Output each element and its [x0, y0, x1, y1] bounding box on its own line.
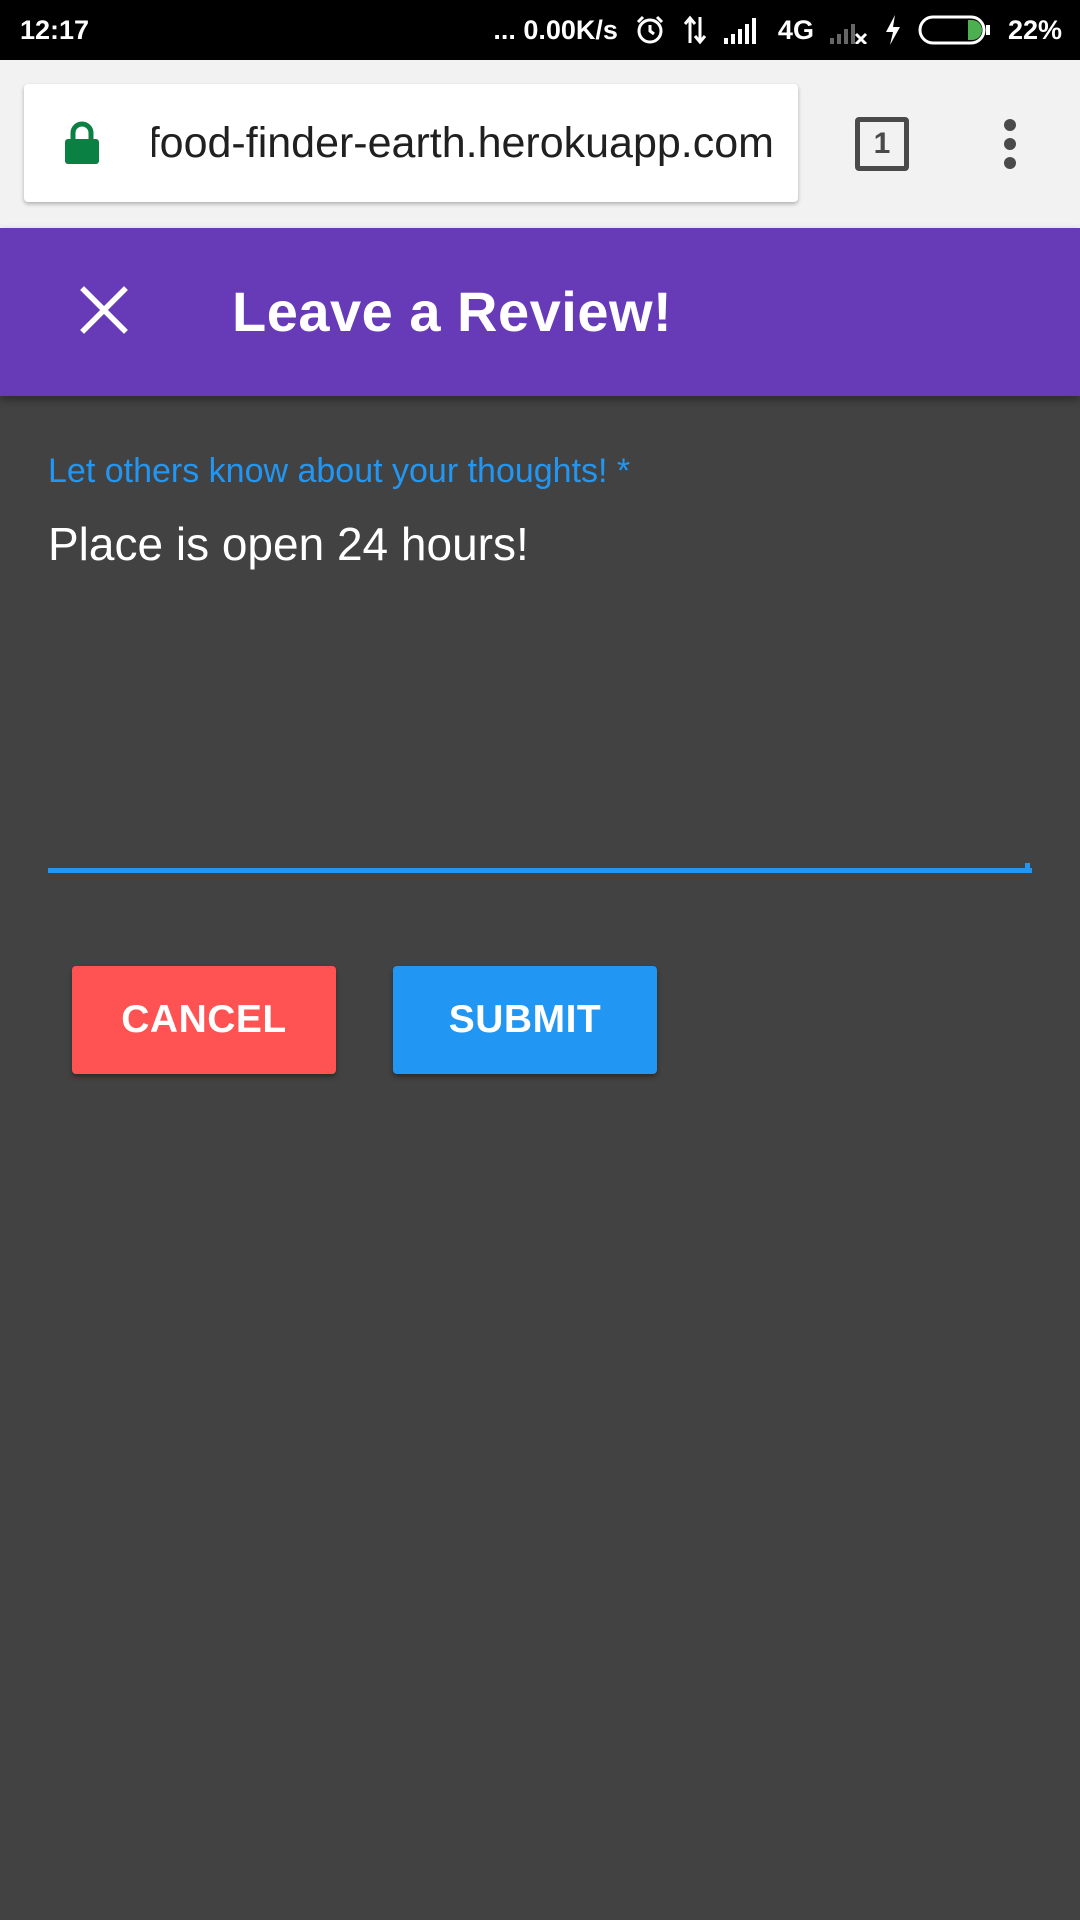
status-icons: ... 0.00K/s 4G 22%: [493, 14, 1062, 46]
page-title: Leave a Review!: [232, 280, 673, 343]
submit-button[interactable]: SUBMIT: [393, 966, 657, 1074]
tab-count: 1: [873, 127, 891, 160]
network-speed: ... 0.00K/s: [493, 14, 618, 45]
status-time: 12:17: [20, 14, 90, 45]
battery-percent: 22%: [1007, 14, 1062, 45]
data-transfer-icon: [682, 15, 708, 45]
review-textarea[interactable]: Place is open 24 hours!: [48, 512, 1032, 852]
resize-handle[interactable]: [1025, 863, 1030, 868]
close-icon[interactable]: [80, 286, 128, 339]
status-bar: 12:17 ... 0.00K/s 4G 22%: [0, 0, 1080, 60]
url-value: food-finder-earth.herokuapp.com: [152, 119, 774, 167]
charging-icon: [884, 15, 902, 45]
network-type: 4G: [777, 14, 814, 45]
url-bar[interactable]: food-finder-earth.herokuapp.com: [24, 84, 798, 202]
review-field-underline: [48, 868, 1032, 873]
tab-switcher-icon[interactable]: 1: [855, 117, 909, 171]
lock-icon: [64, 121, 100, 170]
dialog-header: Leave a Review!: [0, 228, 1080, 396]
alarm-icon: [634, 14, 666, 46]
review-field-label: Let others know about your thoughts! *: [48, 452, 631, 490]
browser-toolbar: food-finder-earth.herokuapp.com 1: [0, 60, 1080, 228]
url-text[interactable]: food-finder-earth.herokuapp.com: [152, 84, 774, 202]
more-vert-icon[interactable]: [996, 118, 1024, 175]
cancel-button[interactable]: CANCEL: [72, 966, 336, 1074]
no-signal-icon: [829, 16, 868, 44]
battery-icon: [918, 15, 992, 45]
signal-icon: [723, 16, 762, 44]
